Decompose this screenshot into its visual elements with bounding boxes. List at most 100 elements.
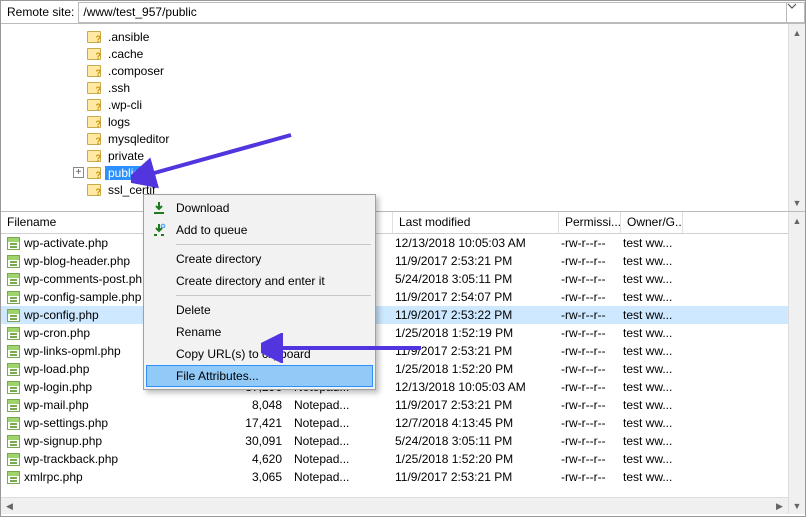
file-name: wp-config-sample.php	[24, 290, 141, 304]
file-owner: test ww...	[621, 308, 683, 322]
file-name: wp-config.php	[24, 308, 99, 322]
tree-item-mysqleditor[interactable]: mysqleditor	[5, 130, 784, 147]
file-owner: test ww...	[621, 362, 683, 376]
scroll-up-icon[interactable]: ▲	[789, 212, 805, 229]
ctx-separator	[176, 295, 371, 296]
folder-unknown-icon	[87, 82, 101, 94]
remote-path-input[interactable]	[78, 2, 787, 23]
tree-label: logs	[105, 115, 133, 129]
tree-item-logs[interactable]: logs	[5, 113, 784, 130]
php-file-icon	[7, 345, 20, 358]
php-file-icon	[7, 291, 20, 304]
ctx-addqueue-label: Add to queue	[176, 223, 247, 237]
download-icon	[152, 201, 166, 215]
file-name: wp-signup.php	[24, 434, 102, 448]
file-name: wp-mail.php	[24, 398, 89, 412]
file-owner: test ww...	[621, 416, 683, 430]
add-to-queue-icon	[152, 223, 166, 237]
file-type: Notepad...	[292, 416, 393, 430]
file-header-row[interactable]: Filename e Last modified Permissi... Own…	[1, 212, 788, 234]
file-perm: -rw-r--r--	[559, 272, 621, 286]
file-perm: -rw-r--r--	[559, 380, 621, 394]
file-name: wp-settings.php	[24, 416, 108, 430]
file-row[interactable]: wp-blog-header.phpad...11/9/2017 2:53:21…	[1, 252, 788, 270]
col-permissions[interactable]: Permissi...	[559, 212, 621, 233]
file-size: 8,048	[226, 398, 292, 412]
tree-item-private[interactable]: private	[5, 147, 784, 164]
file-size: 17,421	[226, 416, 292, 430]
file-row[interactable]: wp-login.php37,296Notepad...12/13/2018 1…	[1, 378, 788, 396]
file-row[interactable]: wp-activate.phpad...12/13/2018 10:05:03 …	[1, 234, 788, 252]
php-file-icon	[7, 255, 20, 268]
php-file-icon	[7, 237, 20, 250]
tree-item-ssl_certif[interactable]: ssl_certif	[5, 181, 784, 198]
file-perm: -rw-r--r--	[559, 236, 621, 250]
file-row[interactable]: wp-config.phpad...11/9/2017 2:53:22 PM-r…	[1, 306, 788, 324]
ctx-create-directory-enter[interactable]: Create directory and enter it	[146, 270, 373, 292]
ctx-delete[interactable]: Delete	[146, 299, 373, 321]
file-row[interactable]: wp-mail.php8,048Notepad...11/9/2017 2:53…	[1, 396, 788, 414]
tree-item-wpcli[interactable]: .wp-cli	[5, 96, 784, 113]
ctx-file-attributes[interactable]: File Attributes...	[146, 365, 373, 387]
scroll-down-icon[interactable]: ▼	[789, 497, 805, 514]
file-owner: test ww...	[621, 326, 683, 340]
folder-unknown-icon	[87, 48, 101, 60]
ctx-download[interactable]: Download	[146, 197, 373, 219]
file-date: 5/24/2018 3:05:11 PM	[393, 434, 559, 448]
file-row[interactable]: wp-comments-post.phad...5/24/2018 3:05:1…	[1, 270, 788, 288]
remote-site-bar: Remote site:	[1, 1, 805, 24]
tree-scrollbar[interactable]: ▲ ▼	[788, 24, 805, 211]
scroll-left-icon[interactable]: ◀	[1, 501, 18, 512]
file-date: 11/9/2017 2:53:21 PM	[393, 470, 559, 484]
remote-tree-pane: .ansible .cache.composer.ssh .wp-cli logsmy…	[1, 24, 805, 212]
php-file-icon	[7, 453, 20, 466]
php-file-icon	[7, 363, 20, 376]
scroll-up-icon[interactable]: ▲	[789, 24, 805, 41]
file-type: Notepad...	[292, 398, 393, 412]
file-perm: -rw-r--r--	[559, 470, 621, 484]
file-date: 11/9/2017 2:54:07 PM	[393, 290, 559, 304]
tree-item-cache[interactable]: .cache	[5, 45, 784, 62]
php-file-icon	[7, 327, 20, 340]
file-row[interactable]: wp-config-sample.phpad...11/9/2017 2:54:…	[1, 288, 788, 306]
file-perm: -rw-r--r--	[559, 416, 621, 430]
file-type: Notepad...	[292, 434, 393, 448]
file-list-pane: Filename e Last modified Permissi... Own…	[1, 212, 805, 514]
file-owner: test ww...	[621, 254, 683, 268]
tree-item-ansible[interactable]: .ansible	[5, 28, 784, 45]
file-row[interactable]: wp-settings.php 17,421Notepad...12/7/2018…	[1, 414, 788, 432]
file-owner: test ww...	[621, 290, 683, 304]
file-v-scrollbar[interactable]: ▲ ▼	[788, 212, 805, 514]
file-date: 12/13/2018 10:05:03 AM	[393, 380, 559, 394]
file-row[interactable]: xmlrpc.php3,065Notepad...11/9/2017 2:53:…	[1, 468, 788, 486]
expander-icon[interactable]: +	[73, 167, 84, 178]
tree-item-public[interactable]: +public	[5, 164, 784, 181]
tree-label: .wp-cli	[105, 98, 145, 112]
file-name: wp-load.php	[24, 362, 89, 376]
file-name: wp-blog-header.php	[24, 254, 130, 268]
file-row[interactable]: wp-trackback.php4,620Notepad...1/25/2018…	[1, 450, 788, 468]
file-h-scrollbar[interactable]: ◀ ▶	[1, 497, 788, 514]
file-perm: -rw-r--r--	[559, 398, 621, 412]
php-file-icon	[7, 309, 20, 322]
file-owner: test ww...	[621, 470, 683, 484]
file-owner: test ww...	[621, 398, 683, 412]
col-owner[interactable]: Owner/G...	[621, 212, 683, 233]
folder-unknown-icon	[87, 133, 101, 145]
ctx-add-to-queue[interactable]: Add to queue	[146, 219, 373, 241]
tree-label: .cache	[105, 47, 146, 61]
file-date: 12/13/2018 10:05:03 AM	[393, 236, 559, 250]
annotation-arrow-to-menu	[261, 333, 431, 363]
col-lastmodified[interactable]: Last modified	[393, 212, 559, 233]
remote-path-dropdown[interactable]	[787, 2, 805, 23]
scroll-right-icon[interactable]: ▶	[771, 501, 788, 512]
folder-unknown-icon	[87, 31, 101, 43]
file-row[interactable]: wp-signup.php30,091Notepad...5/24/2018 3…	[1, 432, 788, 450]
php-file-icon	[7, 471, 20, 484]
file-date: 12/7/2018 4:13:45 PM	[393, 416, 559, 430]
file-owner: test ww...	[621, 344, 683, 358]
ctx-create-directory[interactable]: Create directory	[146, 248, 373, 270]
scroll-down-icon[interactable]: ▼	[789, 194, 805, 211]
tree-item-composer[interactable]: .composer	[5, 62, 784, 79]
tree-item-ssh[interactable]: .ssh	[5, 79, 784, 96]
